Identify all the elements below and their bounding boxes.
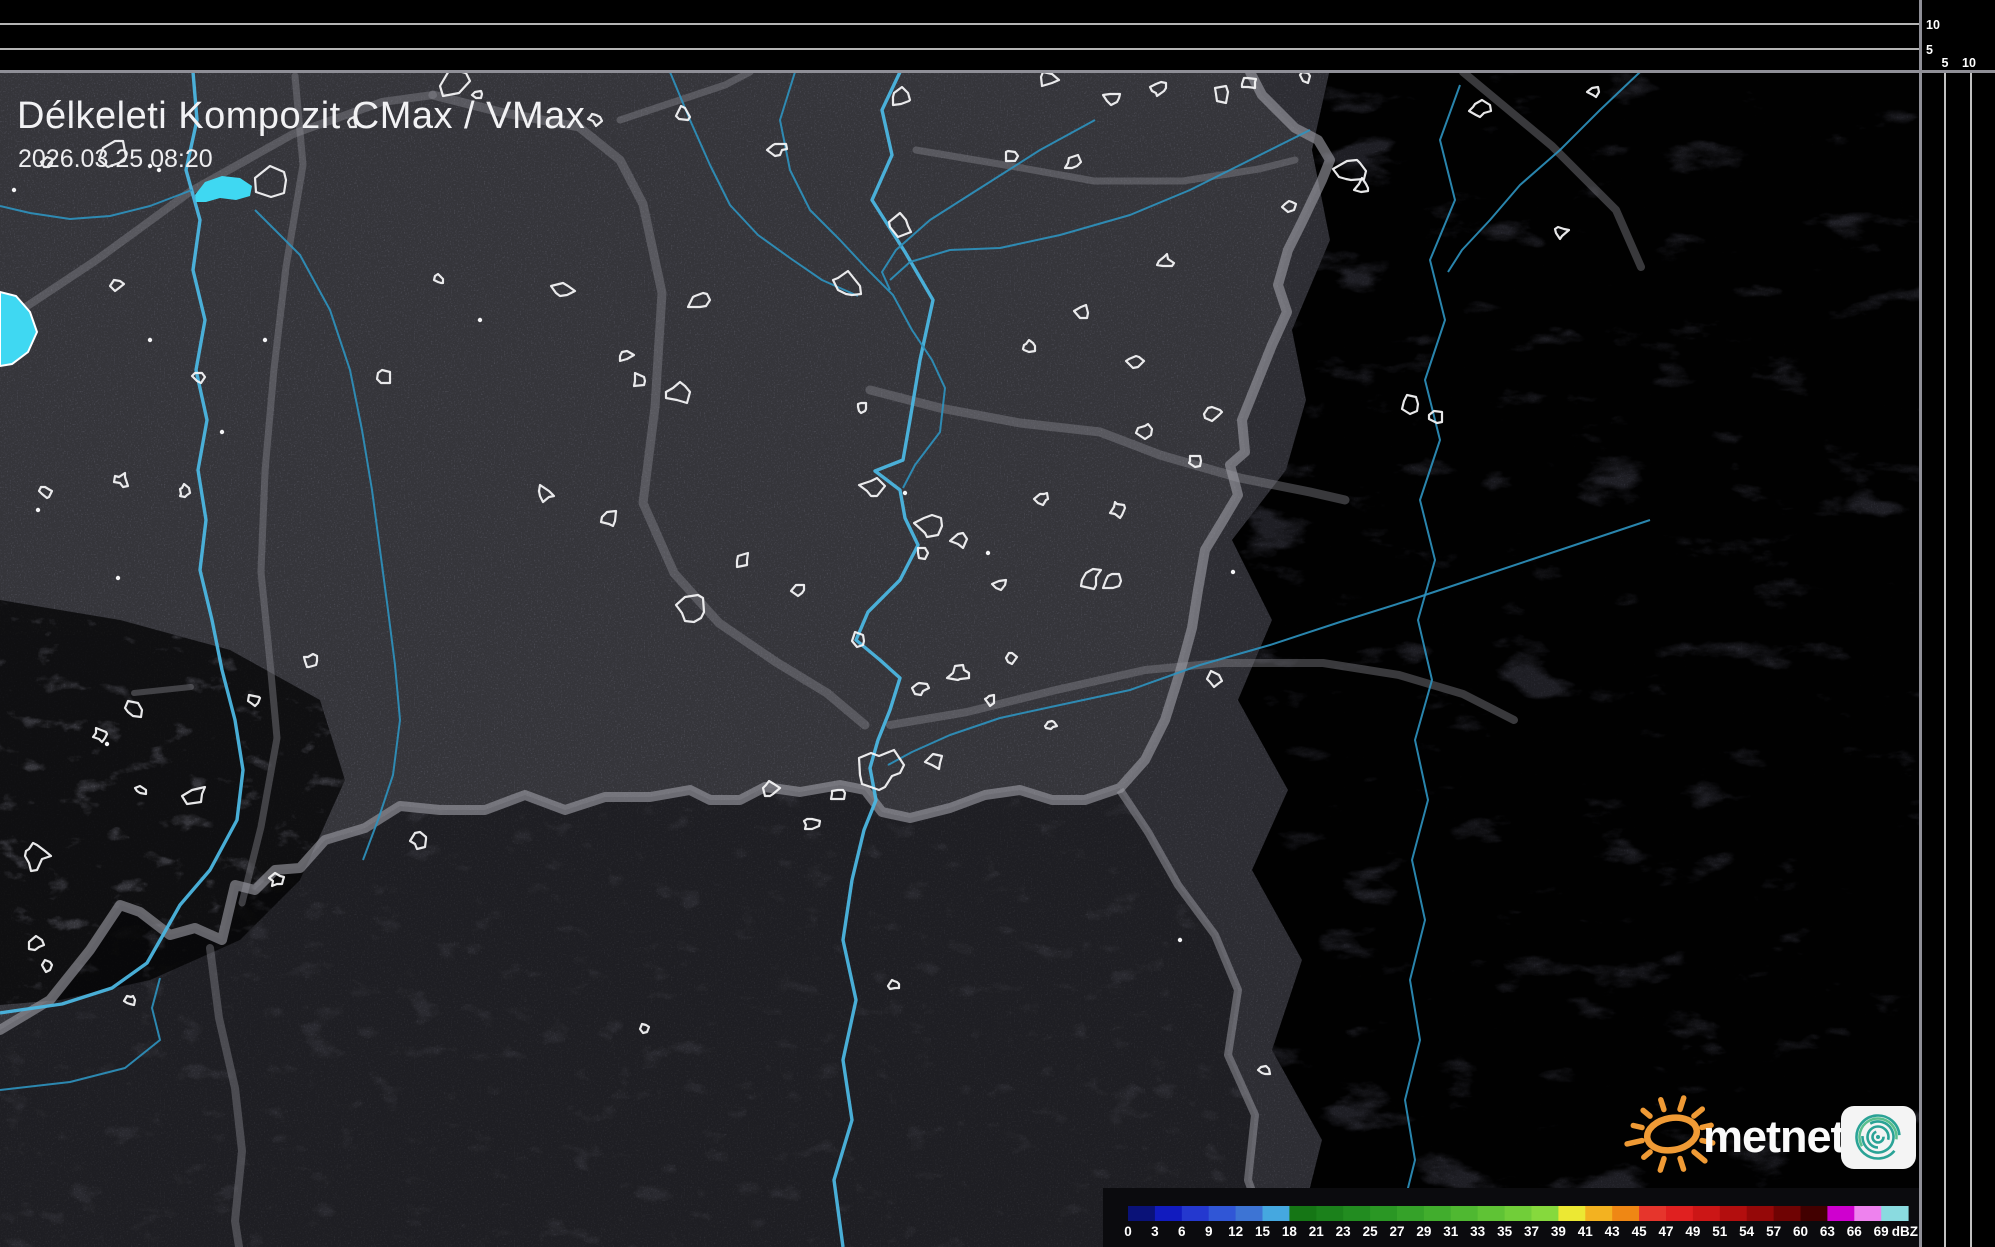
settlement-outline <box>220 430 224 434</box>
colorbar-tick-label: 21 <box>1309 1224 1325 1239</box>
colorbar-cell <box>1827 1206 1854 1221</box>
colorbar-cell <box>1693 1206 1720 1221</box>
colorbar-tick-label: 41 <box>1578 1224 1594 1239</box>
colorbar-cell <box>1612 1206 1639 1221</box>
colorbar-tick-label: 66 <box>1847 1224 1863 1239</box>
colorbar-tick-label: 0 <box>1124 1224 1132 1239</box>
colorbar-tick-label: 15 <box>1255 1224 1271 1239</box>
settlement-outline <box>12 188 16 192</box>
settlement-outline <box>1231 570 1235 574</box>
colorbar-cell <box>1801 1206 1828 1221</box>
colorbar-tick-label: 23 <box>1336 1224 1352 1239</box>
colorbar-cell <box>1478 1206 1505 1221</box>
map-timestamp: 2026.03.25 08:20 <box>18 145 213 173</box>
settlement-outline <box>263 338 267 342</box>
radar-viewer: Délkeleti Kompozit CMax / VMax 2026.03.2… <box>0 0 1995 1247</box>
colorbar-tick-label: 18 <box>1282 1224 1298 1239</box>
settlement-outline <box>36 508 40 512</box>
reflectivity-colorbar: 0369121518212325272931333537394143454749… <box>1103 1188 1920 1247</box>
settlement-outline <box>1178 938 1182 942</box>
colorbar-cell <box>1774 1206 1801 1221</box>
colorbar-tick-label: 25 <box>1363 1224 1379 1239</box>
metnet-app-icon <box>1841 1106 1916 1169</box>
colorbar-tick-label: 33 <box>1470 1224 1486 1239</box>
sun-ray <box>1627 1141 1642 1144</box>
colorbar-cell <box>1854 1206 1881 1221</box>
map-title: Délkeleti Kompozit CMax / VMax <box>17 95 585 137</box>
colorbar-cell <box>1397 1206 1424 1221</box>
colorbar-tick-label: 6 <box>1178 1224 1186 1239</box>
colorbar-tick-label: 31 <box>1443 1224 1459 1239</box>
colorbar-cell <box>1558 1206 1585 1221</box>
colorbar-tick-label: 57 <box>1766 1224 1781 1239</box>
colorbar-cell <box>1585 1206 1612 1221</box>
settlement-outline <box>148 338 152 342</box>
colorbar-tick-label: 60 <box>1793 1224 1808 1239</box>
settlement-outline <box>986 551 990 555</box>
colorbar-tick-label: 43 <box>1605 1224 1621 1239</box>
colorbar-cell <box>1236 1206 1263 1221</box>
colorbar-tick-label: 45 <box>1632 1224 1648 1239</box>
colorbar-tick-label: 9 <box>1205 1224 1213 1239</box>
colorbar-cell <box>1505 1206 1532 1221</box>
colorbar-unit-label: dBZ <box>1892 1224 1918 1239</box>
colorbar-tick-label: 37 <box>1524 1224 1539 1239</box>
colorbar-tick-label: 51 <box>1712 1224 1728 1239</box>
radar-map-canvas[interactable] <box>0 60 1920 1247</box>
colorbar-cell <box>1424 1206 1451 1221</box>
colorbar-cell <box>1316 1206 1343 1221</box>
colorbar-cell <box>1343 1206 1370 1221</box>
colorbar-cell <box>1209 1206 1236 1221</box>
colorbar-cell <box>1182 1206 1209 1221</box>
colorbar-cell <box>1532 1206 1559 1221</box>
colorbar-cell <box>1881 1206 1908 1221</box>
settlement-outline <box>478 318 482 322</box>
colorbar-cell <box>1289 1206 1316 1221</box>
colorbar-cell <box>1370 1206 1397 1221</box>
settlement-outline <box>116 576 120 580</box>
colorbar-cell <box>1155 1206 1182 1221</box>
colorbar-tick-label: 12 <box>1228 1224 1243 1239</box>
colorbar-cell <box>1263 1206 1290 1221</box>
colorbar-tick-label: 39 <box>1551 1224 1566 1239</box>
top-height-panel <box>0 0 1995 71</box>
settlement-outline <box>105 742 109 746</box>
metnet-wordmark: metnet <box>1703 1111 1846 1162</box>
colorbar-cell <box>1666 1206 1693 1221</box>
height-scale-label: 5 <box>1942 56 1949 70</box>
colorbar-tick-label: 49 <box>1685 1224 1700 1239</box>
colorbar-cell <box>1639 1206 1666 1221</box>
colorbar-tick-label: 27 <box>1389 1224 1404 1239</box>
colorbar-tick-label: 35 <box>1497 1224 1513 1239</box>
sun-ray <box>1661 1100 1664 1110</box>
colorbar-cell <box>1720 1206 1747 1221</box>
colorbar-tick-label: 63 <box>1820 1224 1836 1239</box>
sun-ray <box>1633 1126 1642 1128</box>
colorbar-tick-label: 54 <box>1739 1224 1755 1239</box>
settlement-outline <box>903 491 907 495</box>
colorbar-tick-label: 3 <box>1151 1224 1159 1239</box>
sun-ray <box>1680 1098 1684 1109</box>
colorbar-cell <box>1747 1206 1774 1221</box>
colorbar-tick-label: 29 <box>1416 1224 1431 1239</box>
height-scale-label: 5 <box>1926 43 1933 57</box>
colorbar-cell <box>1128 1206 1155 1221</box>
sun-ray <box>1660 1159 1664 1171</box>
colorbar-tick-label: 47 <box>1658 1224 1673 1239</box>
colorbar-tick-label: 69 <box>1874 1224 1889 1239</box>
right-height-panel <box>1919 0 1995 1247</box>
radar-scene: Délkeleti Kompozit CMax / VMax 2026.03.2… <box>0 0 1995 1247</box>
height-scale-label: 10 <box>1962 56 1976 70</box>
colorbar-cell <box>1451 1206 1478 1221</box>
height-scale-label: 10 <box>1926 18 1940 32</box>
sun-ray <box>1680 1159 1683 1170</box>
